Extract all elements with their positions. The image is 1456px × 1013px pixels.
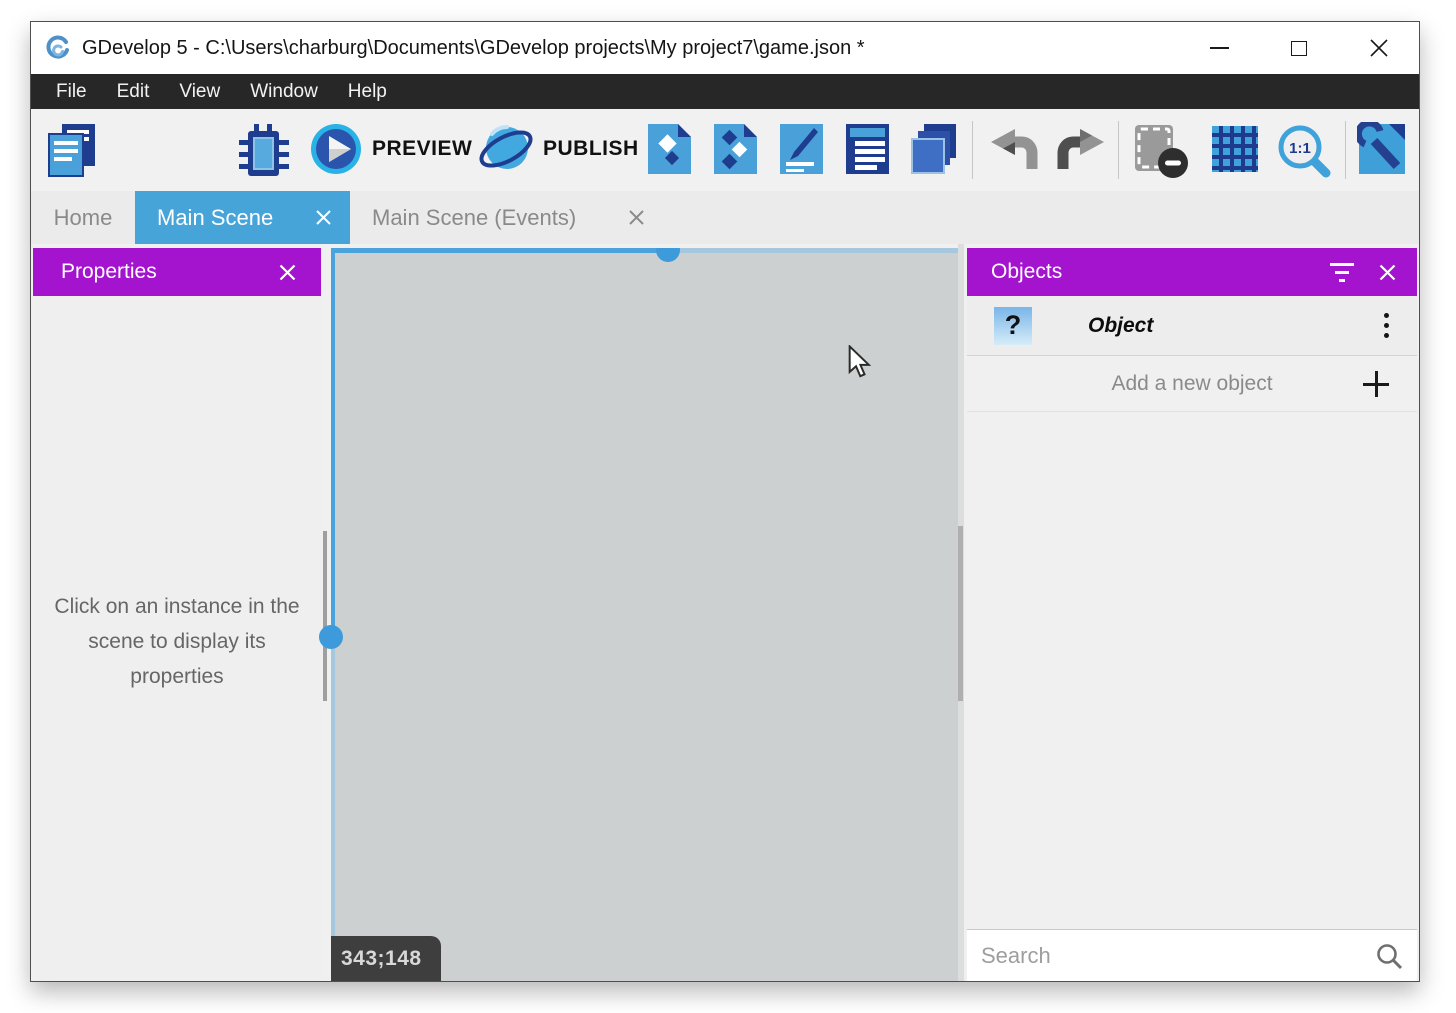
title-bar: GDevelop 5 - C:\Users\charburg\Documents… [31,22,1419,74]
canvas-left-scrollbar[interactable] [323,531,327,701]
tab-bar: Home Main Scene Main Scene (Events) [31,191,1419,244]
add-object-row[interactable]: Add a new object [967,356,1417,412]
scene-border-top [331,248,668,253]
preview-label: PREVIEW [372,137,472,161]
tab-main-scene-events[interactable]: Main Scene (Events) [350,191,663,244]
publish-label: PUBLISH [543,137,639,161]
scene-border-top-faded [668,248,958,253]
properties-panel-title: Properties [61,260,157,284]
gdevelop-logo-icon [44,34,72,62]
window-title: GDevelop 5 - C:\Users\charburg\Documents… [82,37,865,60]
cursor-coordinates-tooltip: 343;148 [331,936,441,981]
menu-help[interactable]: Help [333,74,402,109]
menu-file[interactable]: File [41,74,102,109]
window-controls [1179,22,1419,74]
add-object-icon[interactable] [646,122,693,176]
desktop-background: GDevelop 5 - C:\Users\charburg\Documents… [0,0,1456,1013]
preview-button[interactable]: PREVIEW [309,122,472,176]
filter-icon[interactable] [1330,263,1354,282]
tab-label: Main Scene (Events) [372,205,576,231]
object-list-item[interactable]: ? Object [967,296,1417,356]
tab-label: Main Scene [157,205,273,231]
zoom-ratio-label: 1:1 [1289,140,1311,157]
tab-home[interactable]: Home [31,191,135,244]
search-input[interactable] [967,930,1417,981]
close-icon [278,263,297,282]
grid-icon[interactable] [1211,122,1259,176]
tab-close-button[interactable] [628,209,645,226]
redo-icon[interactable] [1055,127,1107,173]
close-icon [1378,263,1397,282]
undo-icon[interactable] [988,127,1040,173]
objects-panel-header: Objects [967,248,1417,296]
zoom-original-icon[interactable]: 1:1 [1275,122,1333,180]
toolbar-separator [972,121,973,179]
toolbar: PREVIEW PUBLISH [31,109,1419,191]
search-icon [1375,942,1403,970]
menu-view[interactable]: View [164,74,235,109]
objects-panel: Objects ? Object [967,248,1417,981]
minimize-button[interactable] [1179,22,1259,74]
menu-window[interactable]: Window [235,74,333,109]
tab-label: Home [54,205,113,231]
close-icon [1368,37,1390,59]
add-object-label: Add a new object [967,372,1417,396]
mouse-cursor [846,345,876,379]
close-icon [628,209,645,226]
maximize-button[interactable] [1259,22,1339,74]
tab-close-button[interactable] [315,209,332,226]
minimize-icon [1210,47,1229,49]
properties-close-button[interactable] [278,263,297,282]
scene-properties-icon[interactable] [778,122,825,176]
resize-handle-left[interactable] [319,625,343,649]
object-name: Object [1088,314,1153,338]
objects-list-icon[interactable] [844,122,891,176]
toolbar-separator [1118,121,1119,179]
debug-icon[interactable] [238,122,290,180]
tab-main-scene[interactable]: Main Scene [135,191,350,244]
maximize-icon [1291,41,1307,56]
menu-bar: File Edit View Window Help [31,74,1419,109]
scene-border-left [331,248,335,638]
toolbar-separator [1345,121,1346,179]
preview-play-icon [309,122,363,176]
canvas-right-scrollbar[interactable] [958,526,963,701]
objects-groups-icon[interactable] [712,122,759,176]
resize-handle-top[interactable] [656,248,680,262]
objects-panel-title: Objects [991,260,1062,284]
menu-edit[interactable]: Edit [102,74,165,109]
delete-instances-icon[interactable] [1132,122,1190,178]
project-manager-icon[interactable] [45,122,99,178]
instances-list-icon[interactable] [910,122,958,176]
gdevelop-window: GDevelop 5 - C:\Users\charburg\Documents… [30,21,1420,982]
scene-editor-content: Properties Click on an instance in the s… [31,244,1419,981]
publish-button[interactable]: PUBLISH [478,122,639,176]
object-menu-button[interactable] [1384,313,1389,338]
properties-panel-header: Properties [33,248,321,296]
settings-wrench-icon[interactable] [1357,122,1407,176]
publish-globe-icon [478,122,534,176]
plus-icon[interactable] [1361,369,1391,399]
close-icon [315,209,332,226]
properties-empty-message: Click on an instance in the scene to dis… [45,589,309,694]
properties-panel: Properties Click on an instance in the s… [33,248,321,981]
objects-close-button[interactable] [1378,263,1397,282]
unknown-object-icon: ? [994,307,1032,345]
scene-canvas[interactable]: 343;148 [331,248,958,981]
scene-border-left-faded [331,638,335,981]
objects-search-bar [967,929,1417,981]
close-button[interactable] [1339,22,1419,74]
